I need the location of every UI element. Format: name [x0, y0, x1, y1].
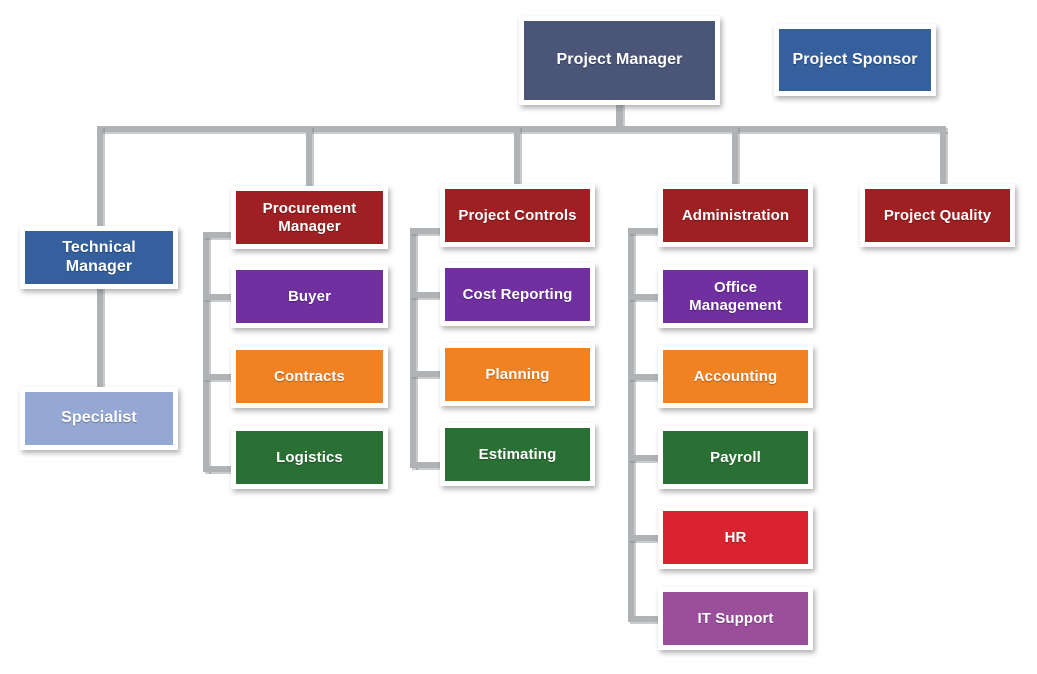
node-administration[interactable]: Administration — [658, 184, 813, 247]
node-project-manager-label: Project Manager — [556, 51, 683, 69]
node-project-quality-label: Project Quality — [883, 206, 992, 224]
connector-controls-stub-estimating — [410, 462, 444, 470]
node-accounting[interactable]: Accounting — [658, 345, 813, 408]
connector-administration-stub-head — [628, 228, 662, 236]
node-hr[interactable]: HR — [658, 506, 813, 569]
node-planning-label: Planning — [485, 365, 550, 383]
node-logistics[interactable]: Logistics — [231, 426, 388, 489]
node-specialist[interactable]: Specialist — [20, 387, 178, 450]
node-payroll-label: Payroll — [710, 448, 761, 466]
node-contracts[interactable]: Contracts — [231, 345, 388, 408]
connector-pm-stem — [616, 101, 625, 131]
node-accounting-label: Accounting — [693, 367, 778, 385]
node-it-support-label: IT Support — [697, 609, 774, 627]
node-logistics-label: Logistics — [276, 448, 343, 466]
connector-administration-spine — [628, 228, 636, 622]
connector-drop-technical-manager — [97, 126, 105, 238]
node-specialist-label: Specialist — [61, 409, 137, 427]
node-buyer-label: Buyer — [287, 287, 332, 305]
connector-administration-stub-accounting — [628, 374, 662, 382]
node-office-management[interactable]: Office Management — [658, 265, 813, 328]
node-technical-manager[interactable]: Technical Manager — [20, 226, 178, 289]
connector-administration-stub-payroll — [628, 455, 662, 463]
connector-technical-manager-to-specialist — [97, 282, 105, 394]
node-project-manager[interactable]: Project Manager — [519, 16, 720, 105]
node-buyer[interactable]: Buyer — [231, 265, 388, 328]
node-cost-reporting-label: Cost Reporting — [462, 285, 573, 303]
connector-drop-procurement-manager — [306, 126, 314, 192]
node-project-sponsor[interactable]: Project Sponsor — [774, 24, 936, 96]
connector-controls-stub-head — [410, 228, 444, 236]
node-procurement-manager[interactable]: Procurement Manager — [231, 186, 388, 249]
node-office-management-label: Office Management — [689, 278, 782, 314]
node-it-support[interactable]: IT Support — [658, 587, 813, 650]
node-hr-label: HR — [724, 528, 747, 546]
connector-drop-administration — [732, 126, 740, 192]
node-procurement-manager-label: Procurement Manager — [262, 199, 357, 235]
node-planning[interactable]: Planning — [440, 343, 595, 406]
connector-administration-stub-it-support — [628, 616, 662, 624]
node-payroll[interactable]: Payroll — [658, 426, 813, 489]
connector-controls-stub-planning — [410, 371, 444, 379]
node-contracts-label: Contracts — [274, 367, 345, 385]
node-project-controls[interactable]: Project Controls — [440, 184, 595, 247]
org-chart: Project Manager Project Sponsor Technica… — [0, 0, 1037, 674]
node-technical-manager-label: Technical Manager — [62, 238, 136, 275]
connector-drop-project-controls — [514, 126, 522, 192]
connector-administration-stub-office-management — [628, 294, 662, 302]
node-administration-label: Administration — [681, 206, 790, 224]
node-project-sponsor-label: Project Sponsor — [792, 50, 918, 68]
node-estimating-label: Estimating — [478, 445, 557, 463]
node-project-controls-label: Project Controls — [458, 206, 577, 224]
connector-drop-project-quality — [940, 126, 948, 192]
node-estimating[interactable]: Estimating — [440, 423, 595, 486]
connector-administration-stub-hr — [628, 535, 662, 543]
connector-procurement-spine — [203, 232, 211, 474]
node-cost-reporting[interactable]: Cost Reporting — [440, 263, 595, 326]
connector-controls-spine — [410, 228, 418, 470]
node-project-quality[interactable]: Project Quality — [860, 184, 1015, 247]
connector-controls-stub-cost-reporting — [410, 292, 444, 300]
